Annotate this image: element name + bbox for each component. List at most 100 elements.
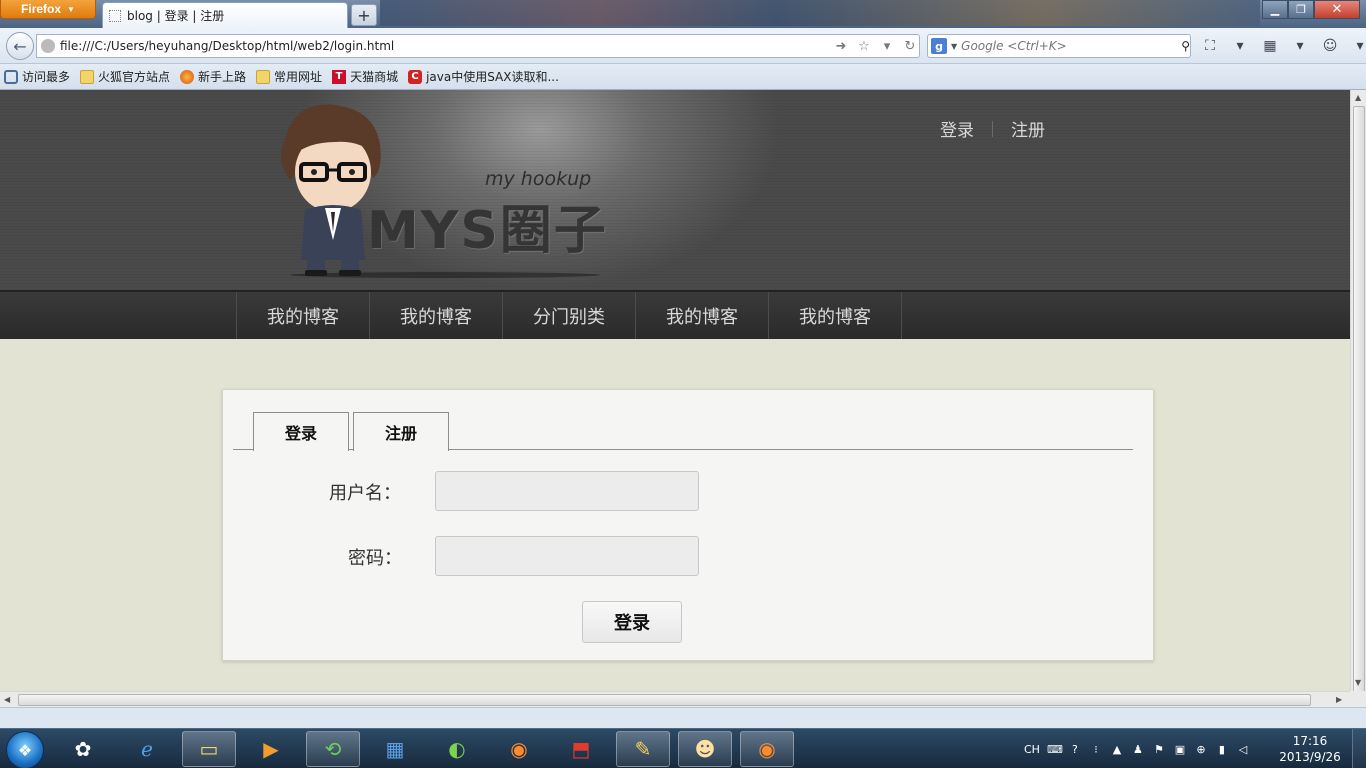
taskbar-eclipse-icon[interactable]: ◐ [430,731,484,767]
menu-dropdown-icon[interactable]: ▾ [1350,36,1366,56]
csdn-icon: C [408,69,423,84]
device-icon[interactable]: ▣ [1173,743,1187,756]
bookmark-label: 新手上路 [198,70,247,84]
system-clock[interactable]: 17:16 2013/9/26 [1278,733,1342,765]
horizontal-scroll-thumb[interactable] [18,694,1311,706]
taskbar-file-explorer-icon[interactable]: ▭ [182,731,236,767]
taskbar-browser-green-icon[interactable]: ⟲ [306,731,360,767]
reload-icon[interactable]: ↻ [901,39,919,54]
folder-icon [80,69,95,84]
bookmark-item[interactable]: 新手上路 [180,68,246,85]
system-tray: CH ⌨ ? ⁝ ▲ ♟ ⚑ ▣ ⊕ ▮ ◁ [1024,729,1250,768]
vertical-scroll-thumb[interactable] [1353,106,1365,698]
firefox-menu-button[interactable]: Firefox ▼ [0,0,96,19]
plus-tray-icon[interactable]: ⊕ [1194,743,1208,756]
scroll-up-icon[interactable]: ▲ [1355,93,1361,102]
bookmark-item[interactable]: T 天猫商城 [332,68,398,85]
folder-icon [256,69,271,84]
login-tabs: 登录 注册 [233,412,1133,451]
taskbar-internet-explorer-icon[interactable]: ℯ [120,731,174,767]
taskbar-pdf-icon[interactable]: ⬒ [554,731,608,767]
nav-item-categories[interactable]: 分门别类 [502,292,635,339]
volume-icon[interactable]: ◁ [1236,743,1250,756]
most-visited-icon [4,69,18,84]
new-tab-button[interactable]: + [351,4,377,26]
url-text[interactable]: file:///C:/Users/heyuhang/Desktop/html/w… [60,39,827,53]
password-input[interactable] [435,536,699,576]
horizontal-scrollbar[interactable]: ◀ ▶ [0,691,1350,707]
show-desktop-button[interactable] [1352,729,1366,768]
bookmark-label: 访问最多 [22,70,71,84]
taskbar-firefox-active-icon[interactable]: ◉ [740,731,794,767]
firefox-menu-label: Firefox [21,2,62,16]
engine-dropdown-icon[interactable]: ▼ [951,42,957,51]
show-hidden-icons-icon[interactable]: ▲ [1110,743,1124,756]
firefox-icon [180,69,195,84]
scroll-left-icon[interactable]: ◀ [4,695,10,704]
browser-tab[interactable]: blog | 登录 | 注册 [102,2,348,28]
bookmark-item[interactable]: Cjava中使用SAX读取和... [408,68,559,85]
taskbar-paint-icon[interactable]: ✎ [616,731,670,767]
windows-logo-icon: ❖ [17,740,33,760]
nav-item-my-blog[interactable]: 我的博客 [236,292,369,339]
clock-time: 17:16 [1292,734,1328,748]
tab-login[interactable]: 登录 [253,412,349,451]
tab-register[interactable]: 注册 [353,412,449,451]
page-viewport: my hookup MYS圈子 登录 注册 我的博客 我的博客 分门别类 我的博… [0,90,1350,691]
taskbar-firefox-icon[interactable]: ◉ [492,731,546,767]
taskbar-media-player-icon[interactable]: ▶ [244,731,298,767]
header-register-link[interactable]: 注册 [1011,116,1045,141]
nav-item-my-blog[interactable]: 我的博客 [768,292,902,339]
login-submit-button[interactable]: 登录 [582,601,682,643]
minimize-button[interactable]: ▁ [1262,0,1288,19]
screenshot-icon[interactable]: ⛶ [1200,36,1220,56]
dropdown-icon[interactable]: ▾ [1230,36,1250,56]
dropdown-icon[interactable]: ▾ [1290,36,1310,56]
go-arrow-icon[interactable]: ➜ [832,39,850,54]
window-controls: ▁ ❐ ✕ [1262,0,1360,19]
taskbar-app-colors-icon[interactable]: ✿ [56,731,110,767]
logo-text[interactable]: MYS圈子 [367,188,608,263]
bookmarks-toolbar: 访问最多 火狐官方站点 新手上路 常用网址 T 天猫商城 Cjava中使用SAX读… [0,64,1366,90]
bookmark-star-icon[interactable]: ☆ [855,39,873,54]
history-dropdown-icon[interactable]: ▾ [878,39,896,54]
search-placeholder[interactable]: Google <Ctrl+K> [961,39,1177,53]
search-bar[interactable]: g ▼ Google <Ctrl+K> ⚲ [927,34,1191,58]
bookmark-item[interactable]: 火狐官方站点 [80,68,170,85]
action-center-flag-icon[interactable]: ⚑ [1152,743,1166,756]
username-input[interactable] [435,471,699,511]
site-identity-icon[interactable] [41,39,55,53]
google-engine-icon[interactable]: g [931,38,947,54]
taskbar-qq-contacts-icon[interactable]: ☻ [678,731,732,767]
bookmark-item[interactable]: 常用网址 [256,68,322,85]
search-icon[interactable]: ⚲ [1181,39,1190,53]
back-button[interactable]: ← [6,32,34,60]
url-bar[interactable]: file:///C:/Users/heyuhang/Desktop/html/w… [36,34,920,58]
vertical-scrollbar[interactable]: ▲ ▼ [1350,90,1366,698]
page-favicon-icon [109,9,121,22]
network-icon[interactable]: ▮ [1215,743,1229,756]
nav-item-my-blog[interactable]: 我的博客 [369,292,502,339]
input-options-icon[interactable]: ⁝ [1089,743,1103,756]
maximize-button[interactable]: ❐ [1288,0,1314,19]
bookmark-label: 火狐官方站点 [98,70,171,84]
taskbar-app-blue-icon[interactable]: ▦ [368,731,422,767]
help-icon[interactable]: ? [1068,743,1082,756]
addon-face-icon[interactable]: ☺ [1320,36,1340,56]
qq-tray-icon[interactable]: ♟ [1131,743,1145,756]
header-login-link[interactable]: 登录 [940,116,974,141]
language-indicator[interactable]: CH [1024,743,1040,756]
keyboard-icon[interactable]: ⌨ [1047,743,1063,756]
close-button[interactable]: ✕ [1314,0,1360,19]
toolbar-icons: ⛶ ▾ ▦ ▾ ☺ ▾ [1200,36,1366,56]
logo-tagline: my hookup [485,168,592,190]
apps-grid-icon[interactable]: ▦ [1260,36,1280,56]
bookmark-item[interactable]: 访问最多 [4,68,70,85]
nav-item-my-blog[interactable]: 我的博客 [635,292,768,339]
scroll-down-icon[interactable]: ▼ [1355,678,1361,687]
username-label: 用户名： [329,483,401,504]
scroll-right-icon[interactable]: ▶ [1336,695,1342,704]
browser-titlebar: Firefox ▼ blog | 登录 | 注册 + ▁ ❐ ✕ [0,0,1366,28]
start-button[interactable]: ❖ [6,731,44,768]
bookmark-label: 天猫商城 [350,70,399,84]
